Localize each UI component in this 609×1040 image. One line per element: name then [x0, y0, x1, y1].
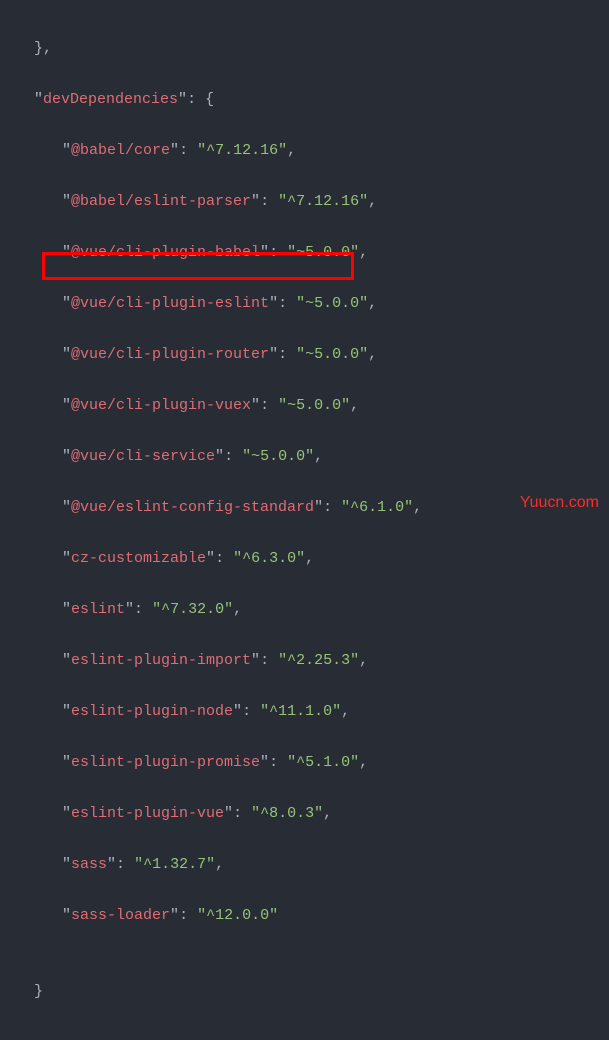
dependency-value: "^7.32.0": [152, 601, 233, 618]
dependency-key: eslint-plugin-promise: [71, 754, 260, 771]
close-brace: }: [34, 983, 43, 1000]
dependency-line: "cz-customizable": "^6.3.0",: [6, 546, 603, 572]
dependency-key: eslint-plugin-vue: [71, 805, 224, 822]
dependency-key: sass-loader: [71, 907, 170, 924]
brace-close-comma: },: [34, 40, 52, 57]
line-object-key: "devDependencies": {: [6, 87, 603, 113]
dependency-line: "eslint-plugin-import": "^2.25.3",: [6, 648, 603, 674]
dependency-value: "~5.0.0": [296, 295, 368, 312]
dependency-value: "^12.0.0": [197, 907, 278, 924]
dependency-line: "eslint-plugin-node": "^11.1.0",: [6, 699, 603, 725]
object-key: devDependencies: [43, 91, 178, 108]
code-block: }, "devDependencies": { "@babel/core": "…: [0, 0, 609, 1040]
dependency-line: "eslint-plugin-promise": "^5.1.0",: [6, 750, 603, 776]
dependency-line: "@vue/cli-plugin-router": "~5.0.0",: [6, 342, 603, 368]
dependency-key: @vue/eslint-config-standard: [71, 499, 314, 516]
dependency-line: "@babel/eslint-parser": "^7.12.16",: [6, 189, 603, 215]
dependency-value: "~5.0.0": [242, 448, 314, 465]
dependency-value: "^7.12.16": [278, 193, 368, 210]
dependency-key: eslint: [71, 601, 125, 618]
dependency-value: "~5.0.0": [296, 346, 368, 363]
dependency-value: "~5.0.0": [287, 244, 359, 261]
watermark: Yuucn.com: [520, 489, 599, 516]
dependency-key: eslint-plugin-node: [71, 703, 233, 720]
dependency-line: "sass": "^1.32.7",: [6, 852, 603, 878]
line-top-brace: },: [6, 36, 603, 62]
dependency-value: "^6.3.0": [233, 550, 305, 567]
dependency-line: "@vue/eslint-config-standard": "^6.1.0",: [6, 495, 603, 521]
dependency-value: "~5.0.0": [278, 397, 350, 414]
dependency-line: "eslint": "^7.32.0",: [6, 597, 603, 623]
dependency-value: "^2.25.3": [278, 652, 359, 669]
dependency-line: "@babel/core": "^7.12.16",: [6, 138, 603, 164]
dependency-line: "sass-loader": "^12.0.0": [6, 903, 603, 929]
dependency-key: @vue/cli-service: [71, 448, 215, 465]
dependency-value: "^5.1.0": [287, 754, 359, 771]
dependency-key: @vue/cli-plugin-babel: [71, 244, 260, 261]
dependency-line: "@vue/cli-plugin-babel": "~5.0.0",: [6, 240, 603, 266]
dependency-value: "^8.0.3": [251, 805, 323, 822]
dependency-key: @vue/cli-plugin-router: [71, 346, 269, 363]
dependency-line: "@vue/cli-service": "~5.0.0",: [6, 444, 603, 470]
dependency-value: "^11.1.0": [260, 703, 341, 720]
dependency-key: eslint-plugin-import: [71, 652, 251, 669]
line-close-brace: }: [6, 979, 603, 1005]
dependency-key: sass: [71, 856, 107, 873]
dependency-line: "@vue/cli-plugin-vuex": "~5.0.0",: [6, 393, 603, 419]
dependency-value: "^1.32.7": [134, 856, 215, 873]
dependency-line: "@vue/cli-plugin-eslint": "~5.0.0",: [6, 291, 603, 317]
dependency-key: @vue/cli-plugin-eslint: [71, 295, 269, 312]
dependency-key: cz-customizable: [71, 550, 206, 567]
dependency-key: @babel/core: [71, 142, 170, 159]
dependency-value: "^6.1.0": [341, 499, 413, 516]
dependency-key: @babel/eslint-parser: [71, 193, 251, 210]
dependency-key: @vue/cli-plugin-vuex: [71, 397, 251, 414]
dependency-value: "^7.12.16": [197, 142, 287, 159]
dependency-line: "eslint-plugin-vue": "^8.0.3",: [6, 801, 603, 827]
